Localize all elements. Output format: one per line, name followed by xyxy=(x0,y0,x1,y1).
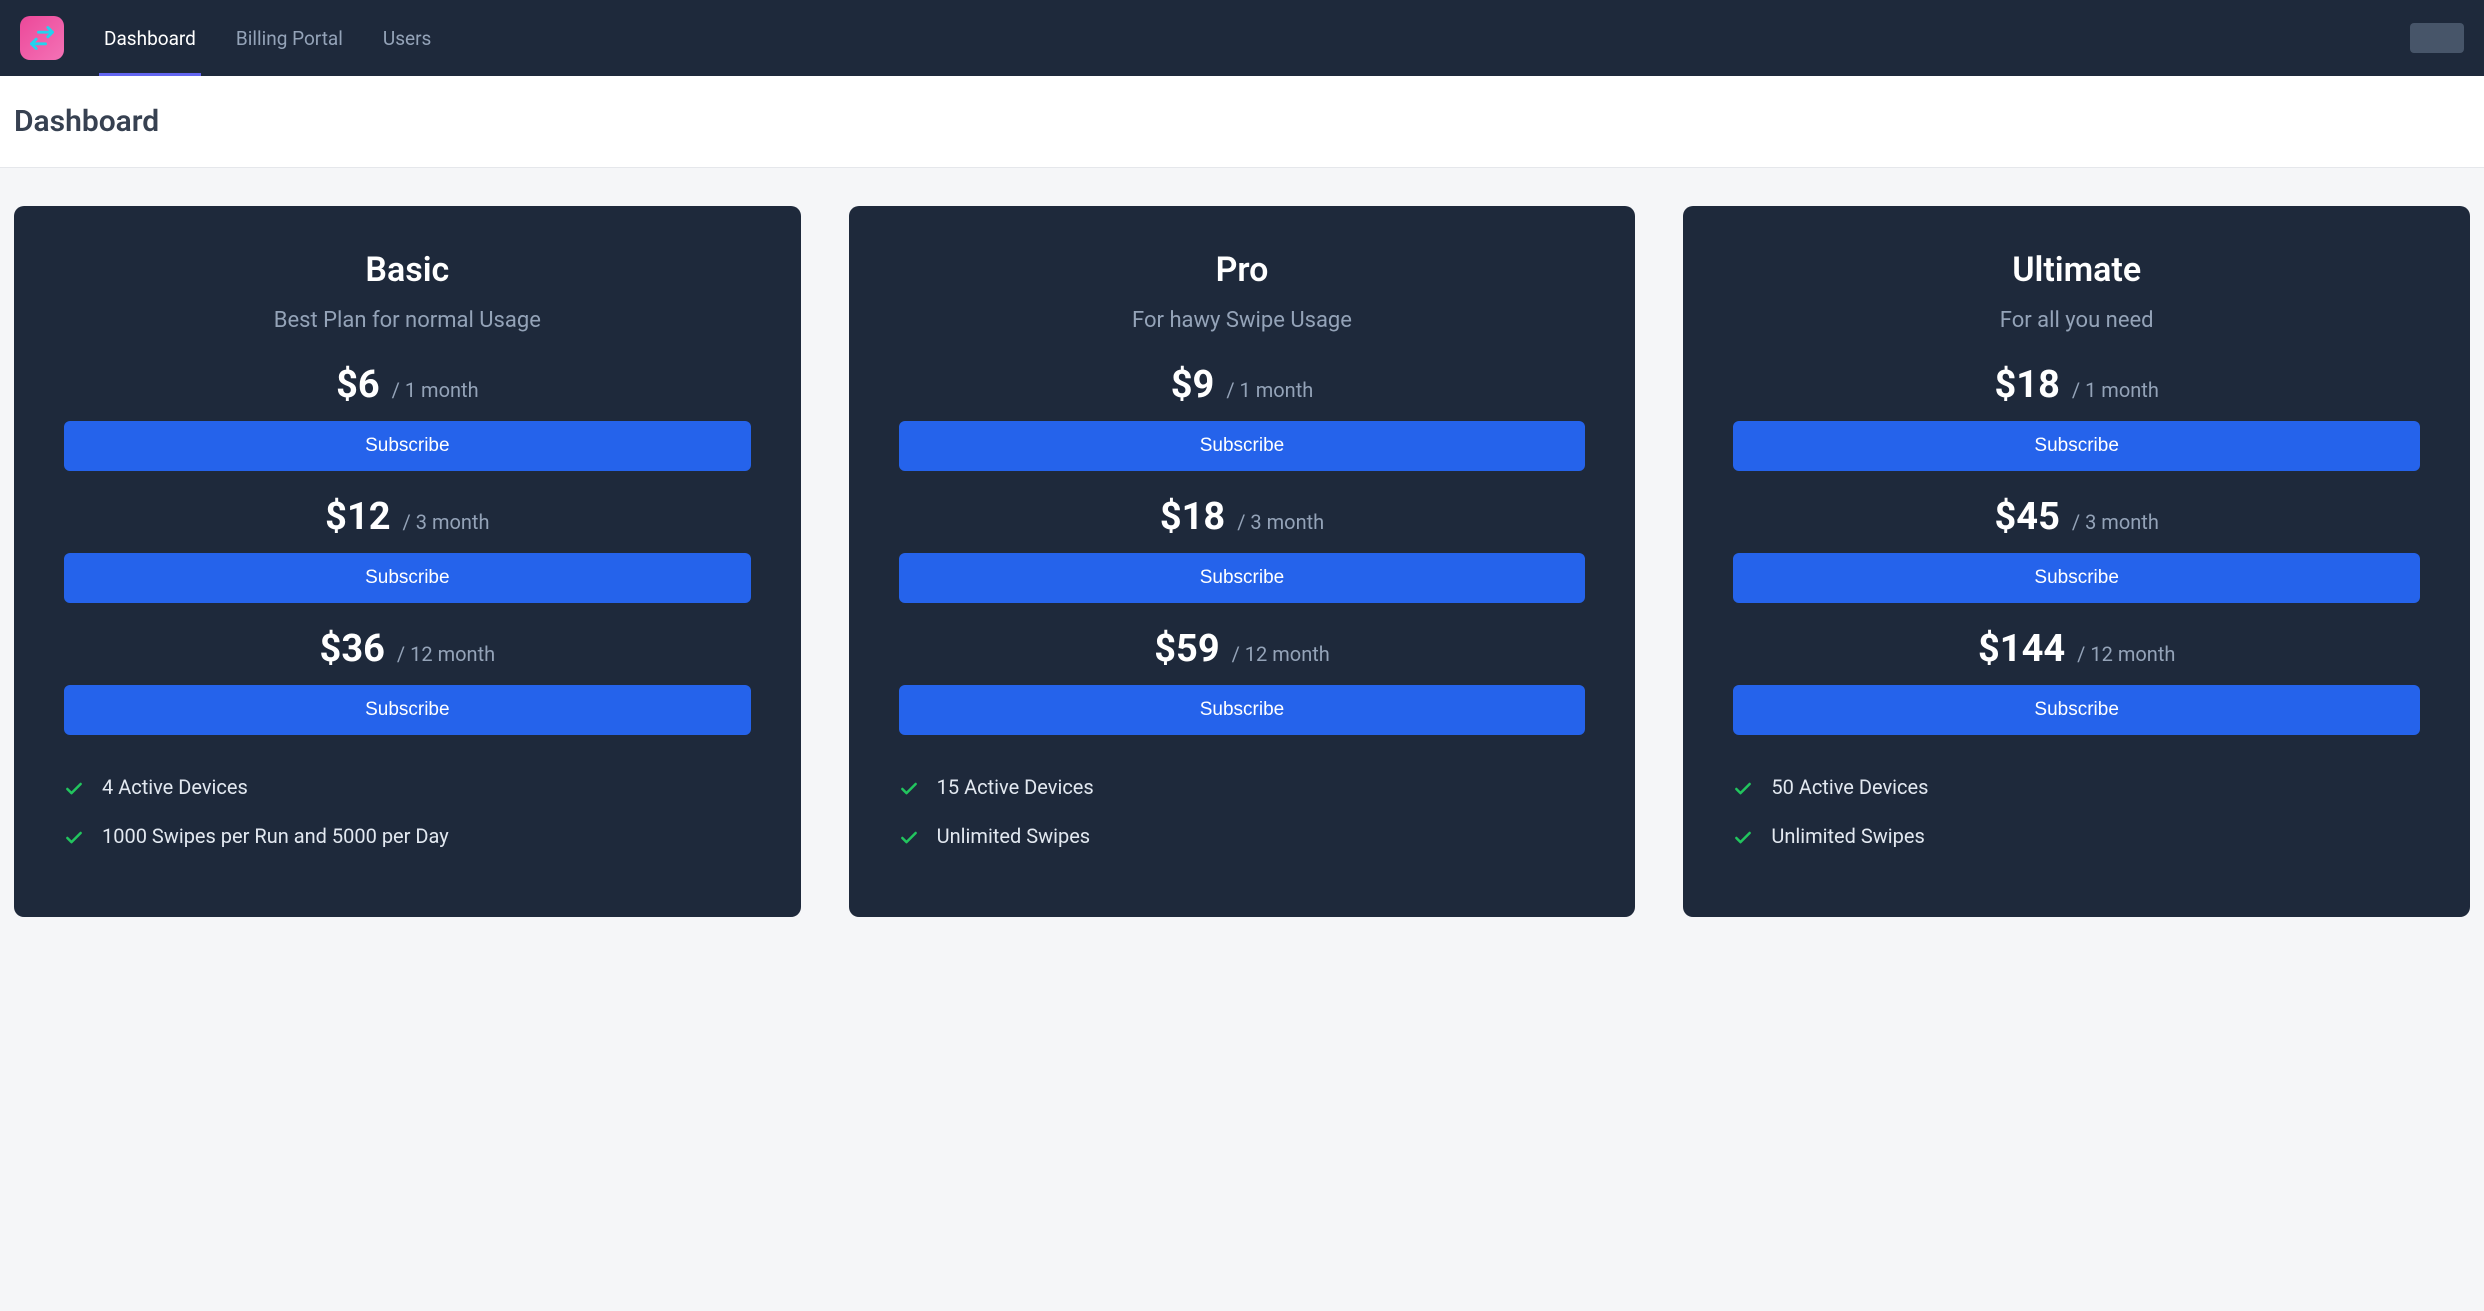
app-logo[interactable] xyxy=(20,16,64,60)
price-period: / 1 month xyxy=(392,378,479,402)
plan-tier: $18 / 1 month Subscribe xyxy=(1733,363,2420,471)
price-period: / 1 month xyxy=(2072,378,2159,402)
feature-list: 15 Active Devices Unlimited Swipes xyxy=(899,775,1586,853)
plan-tier: $144 / 12 month Subscribe xyxy=(1733,627,2420,735)
plan-description: Best Plan for normal Usage xyxy=(64,308,751,333)
page-header: Dashboard xyxy=(0,76,2484,168)
feature-text: Unlimited Swipes xyxy=(937,824,1090,848)
price-row: $59 / 12 month xyxy=(899,627,1586,671)
subscribe-button[interactable]: Subscribe xyxy=(1733,553,2420,603)
plan-card-pro: Pro For hawy Swipe Usage $9 / 1 month Su… xyxy=(849,206,1636,917)
feature-text: 50 Active Devices xyxy=(1771,775,1928,799)
plan-tier: $6 / 1 month Subscribe xyxy=(64,363,751,471)
price-row: $9 / 1 month xyxy=(899,363,1586,407)
price-amount: $6 xyxy=(336,363,380,407)
price-row: $36 / 12 month xyxy=(64,627,751,671)
check-icon xyxy=(1733,828,1753,853)
plan-name: Pro xyxy=(899,250,1586,290)
page-title: Dashboard xyxy=(14,104,2470,139)
price-period: / 1 month xyxy=(1226,378,1313,402)
check-icon xyxy=(64,828,84,853)
price-amount: $12 xyxy=(325,495,390,539)
price-period: / 12 month xyxy=(1232,642,1330,666)
price-row: $18 / 3 month xyxy=(899,495,1586,539)
subscribe-button[interactable]: Subscribe xyxy=(899,685,1586,735)
feature-item: 15 Active Devices xyxy=(899,775,1586,804)
subscribe-button[interactable]: Subscribe xyxy=(64,553,751,603)
plan-card-ultimate: Ultimate For all you need $18 / 1 month … xyxy=(1683,206,2470,917)
subscribe-button[interactable]: Subscribe xyxy=(1733,421,2420,471)
feature-item: 50 Active Devices xyxy=(1733,775,2420,804)
price-row: $144 / 12 month xyxy=(1733,627,2420,671)
feature-list: 4 Active Devices 1000 Swipes per Run and… xyxy=(64,775,751,853)
check-icon xyxy=(899,828,919,853)
content: Basic Best Plan for normal Usage $6 / 1 … xyxy=(0,168,2484,955)
feature-text: 1000 Swipes per Run and 5000 per Day xyxy=(102,824,449,848)
price-amount: $45 xyxy=(1995,495,2060,539)
nav-billing-portal[interactable]: Billing Portal xyxy=(236,1,343,76)
plan-tier: $9 / 1 month Subscribe xyxy=(899,363,1586,471)
check-icon xyxy=(1733,779,1753,804)
price-period: / 3 month xyxy=(2072,510,2159,534)
price-amount: $18 xyxy=(1995,363,2060,407)
swap-arrows-icon xyxy=(28,24,56,52)
plan-name: Basic xyxy=(64,250,751,290)
check-icon xyxy=(899,779,919,804)
plan-tier: $36 / 12 month Subscribe xyxy=(64,627,751,735)
price-amount: $18 xyxy=(1160,495,1225,539)
check-icon xyxy=(64,779,84,804)
feature-text: Unlimited Swipes xyxy=(1771,824,1924,848)
price-amount: $36 xyxy=(320,627,385,671)
price-amount: $9 xyxy=(1171,363,1215,407)
navbar: Dashboard Billing Portal Users xyxy=(0,0,2484,76)
user-menu[interactable] xyxy=(2410,23,2464,53)
price-row: $6 / 1 month xyxy=(64,363,751,407)
feature-item: 4 Active Devices xyxy=(64,775,751,804)
price-row: $45 / 3 month xyxy=(1733,495,2420,539)
feature-list: 50 Active Devices Unlimited Swipes xyxy=(1733,775,2420,853)
feature-item: 1000 Swipes per Run and 5000 per Day xyxy=(64,824,751,853)
feature-item: Unlimited Swipes xyxy=(1733,824,2420,853)
nav-users[interactable]: Users xyxy=(383,1,431,76)
price-period: / 12 month xyxy=(2077,642,2175,666)
feature-text: 15 Active Devices xyxy=(937,775,1094,799)
plan-card-basic: Basic Best Plan for normal Usage $6 / 1 … xyxy=(14,206,801,917)
nav-dashboard[interactable]: Dashboard xyxy=(104,1,196,76)
subscribe-button[interactable]: Subscribe xyxy=(899,553,1586,603)
price-period: / 3 month xyxy=(403,510,490,534)
feature-item: Unlimited Swipes xyxy=(899,824,1586,853)
price-amount: $59 xyxy=(1154,627,1219,671)
feature-text: 4 Active Devices xyxy=(102,775,248,799)
plan-tier: $45 / 3 month Subscribe xyxy=(1733,495,2420,603)
price-row: $18 / 1 month xyxy=(1733,363,2420,407)
plan-tier: $59 / 12 month Subscribe xyxy=(899,627,1586,735)
price-row: $12 / 3 month xyxy=(64,495,751,539)
subscribe-button[interactable]: Subscribe xyxy=(1733,685,2420,735)
plan-description: For all you need xyxy=(1733,308,2420,333)
plan-tier: $12 / 3 month Subscribe xyxy=(64,495,751,603)
subscribe-button[interactable]: Subscribe xyxy=(899,421,1586,471)
price-period: / 3 month xyxy=(1237,510,1324,534)
plan-name: Ultimate xyxy=(1733,250,2420,290)
plan-tier: $18 / 3 month Subscribe xyxy=(899,495,1586,603)
plan-description: For hawy Swipe Usage xyxy=(899,308,1586,333)
nav-links: Dashboard Billing Portal Users xyxy=(104,1,2410,76)
price-period: / 12 month xyxy=(397,642,495,666)
subscribe-button[interactable]: Subscribe xyxy=(64,685,751,735)
subscribe-button[interactable]: Subscribe xyxy=(64,421,751,471)
price-amount: $144 xyxy=(1978,627,2065,671)
